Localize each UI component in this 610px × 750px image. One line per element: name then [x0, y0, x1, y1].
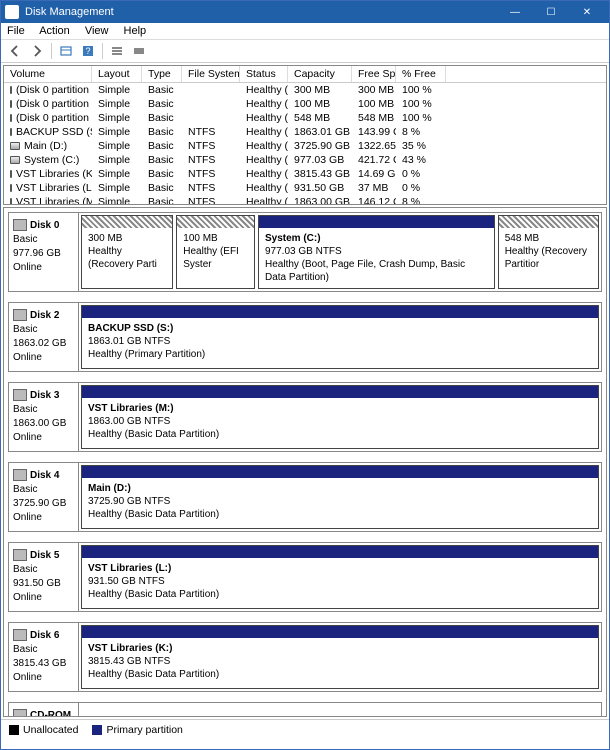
- volume-row[interactable]: VST Libraries (K:)SimpleBasicNTFSHealthy…: [4, 167, 606, 181]
- volume-row[interactable]: BACKUP SSD (S:)SimpleBasicNTFSHealthy (P…: [4, 125, 606, 139]
- cdrom-icon: [13, 709, 27, 717]
- partition[interactable]: System (C:)977.03 GB NTFSHealthy (Boot, …: [258, 215, 495, 289]
- disk-label: Disk 3Basic1863.00 GBOnline: [9, 383, 79, 451]
- col-type[interactable]: Type: [142, 66, 182, 82]
- partition[interactable]: VST Libraries (K:)3815.43 GB NTFSHealthy…: [81, 625, 599, 689]
- volume-icon: [10, 114, 12, 122]
- window-title: Disk Management: [25, 6, 497, 18]
- partition[interactable]: 100 MBHealthy (EFI Syster: [176, 215, 255, 289]
- maximize-button[interactable]: ☐: [533, 1, 569, 23]
- volume-icon: [10, 170, 12, 178]
- disk-row[interactable]: Disk 3Basic1863.00 GBOnlineVST Libraries…: [8, 382, 602, 452]
- volume-icon: [10, 198, 12, 205]
- disk-label: Disk 4Basic3725.90 GBOnline: [9, 463, 79, 531]
- svg-text:?: ?: [85, 46, 90, 56]
- graphical-view-button[interactable]: [129, 42, 149, 60]
- volume-row[interactable]: (Disk 0 partition 1)SimpleBasicHealthy (…: [4, 83, 606, 97]
- disk-icon: [13, 219, 27, 231]
- legend: Unallocated Primary partition: [1, 719, 609, 740]
- toolbar: ?: [1, 40, 609, 63]
- annotation-text: the dissappearing drive also is "missing…: [81, 705, 390, 717]
- forward-button[interactable]: [27, 42, 47, 60]
- volume-icon: [10, 184, 12, 192]
- volume-row[interactable]: System (C:)SimpleBasicNTFSHealthy (B...9…: [4, 153, 606, 167]
- titlebar: Disk Management — ☐ ✕: [1, 1, 609, 23]
- legend-unallocated-label: Unallocated: [23, 724, 78, 736]
- volume-row[interactable]: (Disk 0 partition 5)SimpleBasicHealthy (…: [4, 111, 606, 125]
- legend-unallocated-box: [9, 725, 19, 735]
- menu-help[interactable]: Help: [124, 25, 147, 37]
- partition[interactable]: Main (D:)3725.90 GB NTFSHealthy (Basic D…: [81, 465, 599, 529]
- volume-list[interactable]: Volume Layout Type File System Status Ca…: [3, 65, 607, 205]
- partition[interactable]: VST Libraries (M:)1863.00 GB NTFSHealthy…: [81, 385, 599, 449]
- col-volume[interactable]: Volume: [4, 66, 92, 82]
- partition[interactable]: VST Libraries (L:)931.50 GB NTFSHealthy …: [81, 545, 599, 609]
- col-capacity[interactable]: Capacity: [288, 66, 352, 82]
- col-filesystem[interactable]: File System: [182, 66, 240, 82]
- menu-action[interactable]: Action: [39, 25, 70, 37]
- disk-label: Disk 0Basic977.96 GBOnline: [9, 213, 79, 291]
- volume-row[interactable]: (Disk 0 partition 2)SimpleBasicHealthy (…: [4, 97, 606, 111]
- legend-primary-label: Primary partition: [106, 724, 182, 736]
- disk-row[interactable]: Disk 2Basic1863.02 GBOnlineBACKUP SSD (S…: [8, 302, 602, 372]
- volume-icon: [10, 156, 20, 164]
- disk-label: Disk 5Basic931.50 GBOnline: [9, 543, 79, 611]
- view-button[interactable]: [56, 42, 76, 60]
- disk-label: Disk 6Basic3815.43 GBOnline: [9, 623, 79, 691]
- close-button[interactable]: ✕: [569, 1, 605, 23]
- col-layout[interactable]: Layout: [92, 66, 142, 82]
- cdrom-label: CD-ROM 0 DVD (B:) No Media: [9, 703, 79, 717]
- volume-icon: [10, 142, 20, 150]
- partition[interactable]: 548 MBHealthy (Recovery Partitior: [498, 215, 599, 289]
- minimize-button[interactable]: —: [497, 1, 533, 23]
- disk-row[interactable]: Disk 4Basic3725.90 GBOnlineMain (D:)3725…: [8, 462, 602, 532]
- menu-view[interactable]: View: [85, 25, 109, 37]
- disk-row[interactable]: Disk 6Basic3815.43 GBOnlineVST Libraries…: [8, 622, 602, 692]
- partition[interactable]: 300 MBHealthy (Recovery Parti: [81, 215, 173, 289]
- disk-icon: [13, 629, 27, 641]
- back-button[interactable]: [5, 42, 25, 60]
- menu-file[interactable]: File: [7, 25, 25, 37]
- volume-row[interactable]: VST Libraries (L:)SimpleBasicNTFSHealthy…: [4, 181, 606, 195]
- col-status[interactable]: Status: [240, 66, 288, 82]
- col-freespace[interactable]: Free Sp...: [352, 66, 396, 82]
- disk-icon: [13, 389, 27, 401]
- volume-list-header: Volume Layout Type File System Status Ca…: [4, 66, 606, 83]
- help-button[interactable]: ?: [78, 42, 98, 60]
- list-view-button[interactable]: [107, 42, 127, 60]
- disk-icon: [13, 469, 27, 481]
- volume-row[interactable]: VST Libraries (M:)SimpleBasicNTFSHealthy…: [4, 195, 606, 205]
- disk-label: Disk 2Basic1863.02 GBOnline: [9, 303, 79, 371]
- disk-icon: [13, 309, 27, 321]
- graphical-view[interactable]: Disk 0Basic977.96 GBOnline300 MBHealthy …: [3, 207, 607, 717]
- disk-icon: [13, 549, 27, 561]
- col-pctfree[interactable]: % Free: [396, 66, 446, 82]
- volume-icon: [10, 86, 12, 94]
- volume-icon: [10, 100, 12, 108]
- disk-row[interactable]: Disk 5Basic931.50 GBOnlineVST Libraries …: [8, 542, 602, 612]
- cdrom-row[interactable]: CD-ROM 0 DVD (B:) No Media the dissappea…: [8, 702, 602, 717]
- app-icon: [5, 5, 19, 19]
- volume-icon: [10, 128, 12, 136]
- menubar: File Action View Help: [1, 23, 609, 40]
- partition[interactable]: BACKUP SSD (S:)1863.01 GB NTFSHealthy (P…: [81, 305, 599, 369]
- volume-row[interactable]: Main (D:)SimpleBasicNTFSHealthy (B...372…: [4, 139, 606, 153]
- disk-row[interactable]: Disk 0Basic977.96 GBOnline300 MBHealthy …: [8, 212, 602, 292]
- legend-primary-box: [92, 725, 102, 735]
